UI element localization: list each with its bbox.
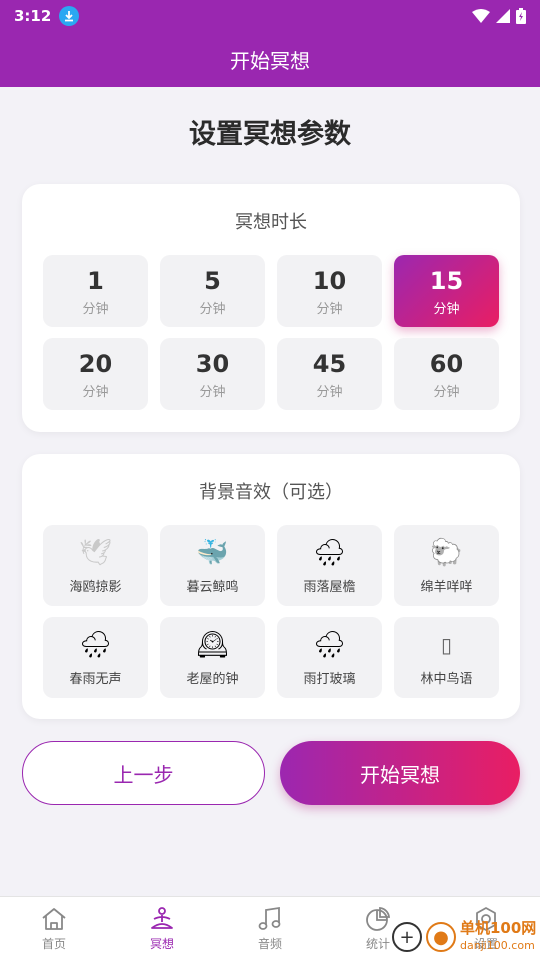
sound-sheep[interactable]: 🐑 绵羊咩咩 bbox=[394, 525, 499, 606]
music-note-icon bbox=[256, 905, 284, 933]
nav-item-meditation[interactable]: 冥想 bbox=[108, 897, 216, 960]
whale-icon: 🐳 bbox=[196, 538, 229, 568]
signal-icon bbox=[496, 9, 510, 23]
sound-seagull[interactable]: 🕊 海鸥掠影 bbox=[43, 525, 148, 606]
duration-unit: 分钟 bbox=[82, 301, 109, 317]
duration-unit: 分钟 bbox=[316, 301, 343, 317]
duration-option-60[interactable]: 60 分钟 bbox=[394, 338, 499, 410]
duration-value: 20 bbox=[78, 349, 113, 378]
sound-old-clock[interactable]: 🕰 老屋的钟 bbox=[160, 617, 265, 698]
duration-option-20[interactable]: 20 分钟 bbox=[43, 338, 148, 410]
record-icon: ● bbox=[426, 922, 456, 952]
duration-unit: 分钟 bbox=[199, 301, 226, 317]
duration-unit: 分钟 bbox=[316, 384, 343, 400]
wifi-icon bbox=[472, 9, 490, 23]
duration-unit: 分钟 bbox=[82, 384, 109, 400]
page-title: 设置冥想参数 bbox=[189, 119, 351, 150]
sound-whale[interactable]: 🐳 暮云鲸鸣 bbox=[160, 525, 265, 606]
missing-glyph-icon: ▯ bbox=[440, 633, 452, 657]
sound-label: 海鸥掠影 bbox=[69, 580, 122, 595]
sound-label: 绵羊咩咩 bbox=[420, 580, 473, 595]
duration-value: 10 bbox=[312, 266, 347, 295]
app-bar: 开始冥想 bbox=[0, 32, 540, 87]
duration-option-15[interactable]: 15 分钟 bbox=[394, 255, 499, 327]
nav-label: 冥想 bbox=[149, 937, 174, 951]
nav-item-home[interactable]: 首页 bbox=[0, 897, 108, 960]
duration-value: 5 bbox=[204, 266, 221, 295]
app-bar-title: 开始冥想 bbox=[230, 49, 310, 73]
duration-value: 15 bbox=[429, 266, 464, 295]
sound-rain-glass[interactable]: 🌧 雨打玻璃 bbox=[277, 617, 382, 698]
pie-chart-icon bbox=[364, 905, 392, 933]
duration-value: 30 bbox=[195, 349, 230, 378]
nav-item-audio[interactable]: 音频 bbox=[216, 897, 324, 960]
start-meditation-button[interactable]: 开始冥想 bbox=[280, 741, 520, 805]
sound-rain-eaves[interactable]: 🌧 雨落屋檐 bbox=[277, 525, 382, 606]
duration-option-10[interactable]: 10 分钟 bbox=[277, 255, 382, 327]
download-icon bbox=[59, 6, 80, 26]
duration-value: 45 bbox=[312, 349, 347, 378]
prev-step-button[interactable]: 上一步 bbox=[22, 741, 265, 805]
nav-label: 首页 bbox=[41, 937, 66, 951]
sound-spring-rain[interactable]: 🌧 春雨无声 bbox=[43, 617, 148, 698]
duration-option-45[interactable]: 45 分钟 bbox=[277, 338, 382, 410]
sound-label: 暮云鲸鸣 bbox=[186, 580, 239, 595]
meditation-icon bbox=[148, 905, 176, 933]
nav-label: 统计 bbox=[365, 937, 390, 951]
sounds-card: 背景音效（可选） 🕊 海鸥掠影 🐳 暮云鲸鸣 🌧 雨落屋檐 🐑 绵羊咩咩 🌧 春… bbox=[22, 454, 520, 719]
duration-title: 冥想时长 bbox=[235, 212, 307, 233]
nav-label: 音频 bbox=[257, 937, 282, 951]
sound-label: 老屋的钟 bbox=[186, 672, 239, 687]
duration-unit: 分钟 bbox=[433, 384, 460, 400]
home-icon bbox=[40, 905, 68, 933]
duration-card: 冥想时长 1 分钟 5 分钟 10 分钟 15 分钟 20 分钟 30 分钟 4… bbox=[22, 184, 520, 432]
duration-unit: 分钟 bbox=[433, 301, 460, 317]
duration-option-30[interactable]: 30 分钟 bbox=[160, 338, 265, 410]
status-time: 3:12 bbox=[14, 7, 52, 25]
sound-label: 林中鸟语 bbox=[420, 672, 473, 687]
duration-value: 1 bbox=[87, 266, 104, 295]
sound-forest-birds[interactable]: ▯ 林中鸟语 bbox=[394, 617, 499, 698]
dove-icon: 🕊 bbox=[78, 538, 112, 568]
clock-icon: 🕰 bbox=[195, 630, 229, 660]
duration-value: 60 bbox=[429, 349, 464, 378]
sounds-title: 背景音效（可选） bbox=[199, 482, 343, 503]
sound-label: 雨打玻璃 bbox=[303, 672, 356, 687]
duration-option-1[interactable]: 1 分钟 bbox=[43, 255, 148, 327]
rain-cloud-icon: 🌧 bbox=[78, 630, 112, 660]
sound-label: 雨落屋檐 bbox=[303, 580, 356, 595]
duration-unit: 分钟 bbox=[199, 384, 226, 400]
battery-icon bbox=[516, 8, 526, 24]
watermark-en: danji100.com bbox=[460, 939, 535, 952]
rain-cloud-icon: 🌧 bbox=[312, 538, 346, 568]
sound-label: 春雨无声 bbox=[69, 672, 122, 687]
watermark-text: 单机100网 danji100.com bbox=[460, 920, 536, 954]
plus-icon: + bbox=[392, 922, 422, 952]
watermark: + ● 单机100网 danji100.com bbox=[392, 914, 540, 960]
rain-cloud-icon: 🌧 bbox=[312, 630, 346, 660]
status-bar: 3:12 bbox=[0, 0, 540, 32]
watermark-cn: 单机100网 bbox=[460, 919, 537, 937]
duration-option-5[interactable]: 5 分钟 bbox=[160, 255, 265, 327]
status-icons bbox=[472, 8, 526, 24]
sheep-icon: 🐑 bbox=[430, 538, 463, 568]
